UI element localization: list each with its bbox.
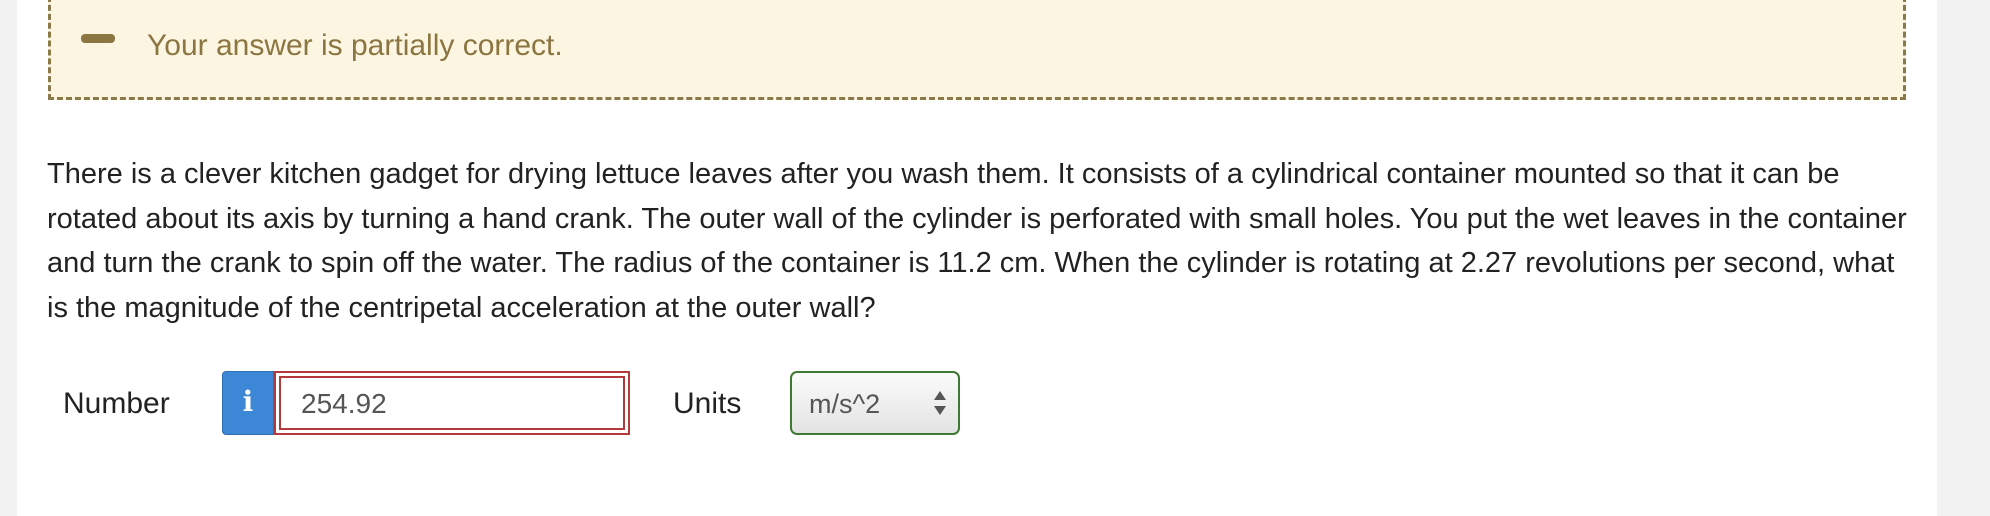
info-icon: i — [242, 385, 254, 418]
units-select[interactable]: m/s^2 — [790, 371, 960, 435]
units-selected-value: m/s^2 — [809, 389, 881, 419]
minus-icon — [81, 34, 115, 43]
number-input-frame — [274, 371, 630, 435]
info-button[interactable]: i — [222, 371, 274, 435]
feedback-banner: Your answer is partially correct. — [48, 0, 1906, 100]
feedback-message: Your answer is partially correct. — [147, 29, 563, 62]
question-text: There is a clever kitchen gadget for dry… — [47, 158, 1907, 324]
units-label: Units — [673, 387, 742, 420]
up-down-arrows-icon — [934, 391, 946, 415]
answer-row: Number i Units m/s^2 — [0, 370, 1000, 440]
number-input[interactable] — [301, 388, 601, 420]
number-input-inner — [279, 376, 625, 430]
number-label: Number — [63, 387, 170, 420]
